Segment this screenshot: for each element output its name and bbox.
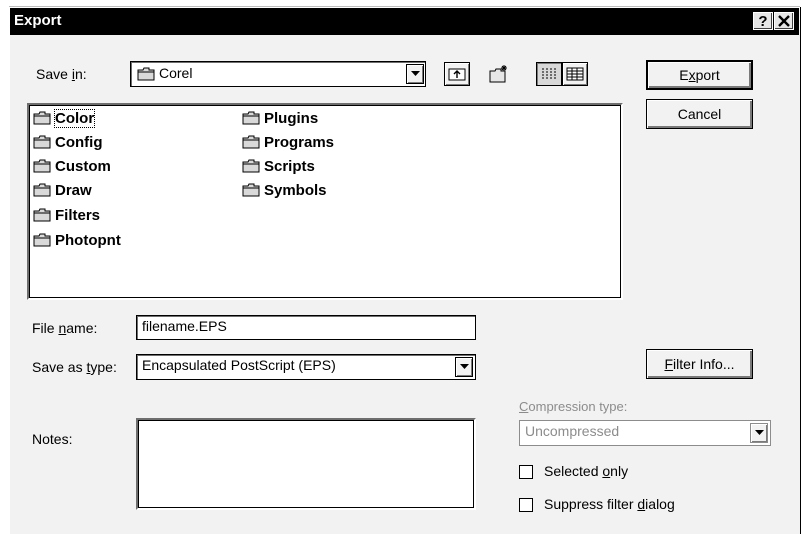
- save-as-type-dropdown-button[interactable]: [455, 357, 473, 377]
- help-button[interactable]: ?: [753, 12, 773, 30]
- selected-only-label[interactable]: Selected only: [544, 463, 628, 479]
- file-name-input[interactable]: filename.EPS: [136, 315, 476, 340]
- chevron-down-icon: [410, 71, 420, 76]
- compression-dropdown-button: [750, 423, 768, 443]
- window-title: Export: [14, 12, 62, 29]
- compression-type-dropdown: Uncompressed: [519, 420, 771, 446]
- suppress-filter-dialog-label[interactable]: Suppress filter dialog: [544, 496, 675, 512]
- up-one-level-button[interactable]: [444, 62, 470, 86]
- export-button[interactable]: Ex port: [646, 60, 753, 90]
- save-in-value: Corel: [159, 65, 193, 81]
- chevron-down-icon: [754, 430, 764, 435]
- file-name-label: File name:: [32, 320, 98, 336]
- notes-textarea: [136, 418, 476, 510]
- folder-icon: [33, 183, 51, 197]
- selected-only-checkbox[interactable]: [519, 465, 533, 479]
- notes-label: Notes:: [32, 431, 73, 447]
- title-bar[interactable]: Export ?: [10, 8, 799, 35]
- list-item-filters[interactable]: Filters: [33, 205, 100, 225]
- save-as-type-label: Save as type:: [32, 359, 117, 375]
- suppress-filter-dialog-checkbox[interactable]: [519, 498, 533, 512]
- save-as-type-dropdown[interactable]: Encapsulated PostScript (EPS): [136, 354, 476, 380]
- list-view-icon: [542, 68, 556, 79]
- close-button[interactable]: [774, 12, 794, 30]
- up-folder-icon: [448, 68, 466, 81]
- list-item-draw[interactable]: Draw: [33, 180, 92, 200]
- folder-icon: [137, 67, 155, 84]
- list-item-color[interactable]: Color: [33, 108, 96, 128]
- list-item-photopnt[interactable]: Photopnt: [33, 230, 121, 250]
- folder-icon: [33, 111, 51, 125]
- filter-info-button[interactable]: Filter Info...: [646, 349, 753, 379]
- folder-icon: [33, 135, 51, 149]
- list-view-button[interactable]: [536, 62, 562, 86]
- list-item-symbols[interactable]: Symbols: [242, 180, 327, 200]
- folder-icon: [242, 183, 260, 197]
- save-in-label: Save in:: [36, 66, 87, 82]
- list-item-custom[interactable]: Custom: [33, 156, 111, 176]
- list-item-config[interactable]: Config: [33, 132, 102, 152]
- list-item-scripts[interactable]: Scripts: [242, 156, 315, 176]
- folder-icon: [33, 233, 51, 247]
- close-icon: [778, 15, 790, 27]
- list-item-plugins[interactable]: Plugins: [242, 108, 318, 128]
- details-view-icon: [566, 67, 584, 81]
- folder-icon: [33, 159, 51, 173]
- new-folder-icon: [489, 65, 507, 83]
- cancel-button[interactable]: Cancel: [646, 99, 753, 129]
- save-in-dropdown[interactable]: Corel: [130, 61, 426, 87]
- folder-icon: [242, 159, 260, 173]
- chevron-down-icon: [459, 364, 469, 369]
- file-list[interactable]: Color Config Custom Draw Filters Photopn…: [27, 103, 623, 300]
- list-item-programs[interactable]: Programs: [242, 132, 334, 152]
- compression-type-label: Compression type:: [519, 399, 628, 414]
- export-dialog: Export ? Save in: Corel Ex port Cancel Co: [9, 7, 800, 534]
- details-view-button[interactable]: [562, 62, 588, 86]
- folder-icon: [242, 111, 260, 125]
- save-in-dropdown-button[interactable]: [406, 64, 424, 84]
- folder-icon: [33, 208, 51, 222]
- folder-icon: [242, 135, 260, 149]
- create-new-folder-button[interactable]: [486, 62, 512, 86]
